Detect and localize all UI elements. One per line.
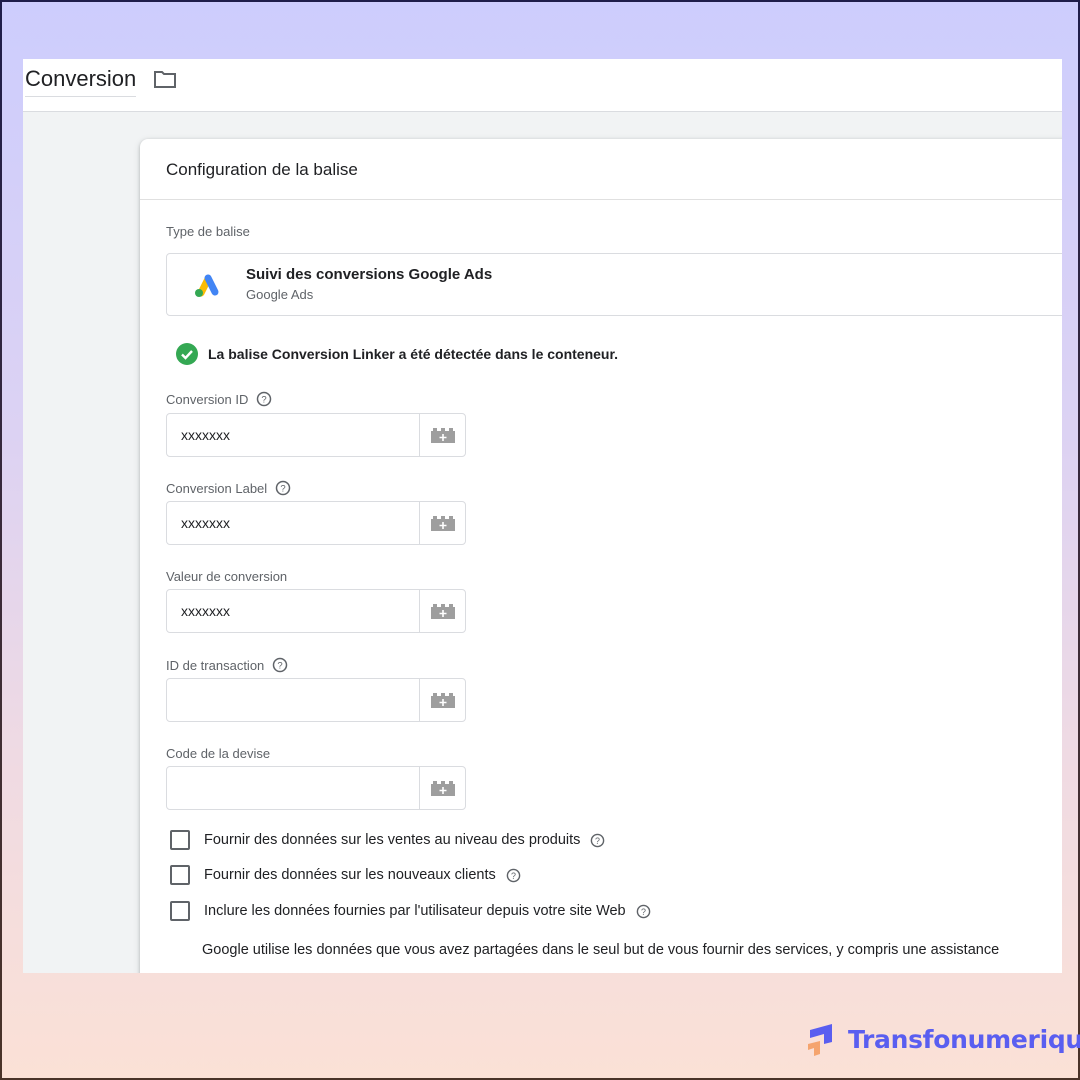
svg-text:?: ? xyxy=(511,870,516,880)
conversion-label-field xyxy=(166,501,466,545)
svg-text:?: ? xyxy=(595,835,600,845)
checkbox-label: Inclure les données fournies par l'utili… xyxy=(204,903,626,919)
conversion-id-label: Conversion ID ? xyxy=(166,391,272,407)
variable-block-icon xyxy=(430,516,455,531)
user-provided-data-option[interactable]: Inclure les données fournies par l'utili… xyxy=(170,901,651,921)
checkbox-label: Fournir des données sur les nouveaux cli… xyxy=(204,867,496,883)
tag-type-selector[interactable]: Suivi des conversions Google Ads Google … xyxy=(166,253,1062,316)
folder-icon[interactable] xyxy=(153,69,177,89)
field-label-text: ID de transaction xyxy=(166,657,265,673)
user-provided-data-checkbox[interactable] xyxy=(170,901,190,921)
svg-text:?: ? xyxy=(262,395,267,406)
conversion-id-field xyxy=(166,413,466,457)
variable-block-icon xyxy=(430,604,455,619)
top-bar: Conversion xyxy=(23,59,1062,112)
google-ads-logo-icon xyxy=(195,274,219,297)
new-customer-data-checkbox[interactable] xyxy=(170,865,190,885)
tag-type-title: Suivi des conversions Google Ads xyxy=(246,266,493,283)
svg-text:?: ? xyxy=(641,906,646,916)
variable-block-icon xyxy=(430,693,455,708)
insert-variable-button[interactable] xyxy=(419,414,465,456)
conversion-linker-notice: La balise Conversion Linker a été détect… xyxy=(176,343,618,365)
variable-block-icon xyxy=(430,781,455,796)
tag-type-subtitle: Google Ads xyxy=(246,287,314,302)
product-sales-data-checkbox[interactable] xyxy=(170,830,190,850)
check-circle-icon xyxy=(176,343,198,365)
field-label-text: Code de la devise xyxy=(166,746,271,761)
help-icon[interactable]: ? xyxy=(590,833,605,848)
brand-watermark: Transfonumerique xyxy=(806,1022,1080,1056)
field-label-text: Conversion ID xyxy=(166,391,249,407)
currency-code-field xyxy=(166,766,466,810)
conversion-value-input[interactable] xyxy=(167,590,419,632)
insert-variable-button[interactable] xyxy=(419,767,465,809)
help-icon[interactable]: ? xyxy=(506,868,521,883)
svg-text:?: ? xyxy=(278,661,283,672)
currency-code-input[interactable] xyxy=(167,767,419,809)
notice-text: La balise Conversion Linker a été détect… xyxy=(208,346,619,362)
background-frame: Conversion Configuration de la balise Ty… xyxy=(0,0,1080,1080)
insert-variable-button[interactable] xyxy=(419,679,465,721)
help-icon[interactable]: ? xyxy=(275,480,291,496)
help-icon[interactable]: ? xyxy=(636,904,651,919)
transfonumerique-logo-icon xyxy=(808,1024,832,1056)
insert-variable-button[interactable] xyxy=(419,502,465,544)
conversion-label-label: Conversion Label ? xyxy=(166,480,291,496)
data-usage-disclaimer: Google utilise les données que vous avez… xyxy=(202,942,1000,958)
conversion-label-input[interactable] xyxy=(167,502,419,544)
field-label-text: Conversion Label xyxy=(166,480,268,496)
new-customer-data-option[interactable]: Fournir des données sur les nouveaux cli… xyxy=(170,865,521,885)
field-label-text: Valeur de conversion xyxy=(166,569,288,584)
help-icon[interactable]: ? xyxy=(272,657,288,673)
insert-variable-button[interactable] xyxy=(419,590,465,632)
help-icon[interactable]: ? xyxy=(256,391,272,407)
conversion-value-field xyxy=(166,589,466,633)
tag-configuration-card: Configuration de la balise Type de balis… xyxy=(140,139,1062,973)
product-sales-data-option[interactable]: Fournir des données sur les ventes au ni… xyxy=(170,830,605,850)
conversion-id-input[interactable] xyxy=(167,414,419,456)
transaction-id-input[interactable] xyxy=(167,679,419,721)
checkbox-label: Fournir des données sur les ventes au ni… xyxy=(204,832,581,848)
tag-name-input[interactable]: Conversion xyxy=(25,66,137,97)
gtm-screenshot: Conversion Configuration de la balise Ty… xyxy=(23,59,1062,973)
svg-text:?: ? xyxy=(281,484,286,495)
tag-type-label: Type de balise xyxy=(166,224,250,239)
currency-code-label: Code de la devise xyxy=(166,746,270,761)
transaction-id-field xyxy=(166,678,466,722)
brand-name: Transfonumerique xyxy=(848,1024,1080,1054)
card-title: Configuration de la balise xyxy=(140,139,1062,200)
transaction-id-label: ID de transaction ? xyxy=(166,657,288,673)
variable-block-icon xyxy=(430,428,455,443)
tag-type-label-text: Type de balise xyxy=(166,224,250,239)
conversion-value-label: Valeur de conversion xyxy=(166,569,287,584)
